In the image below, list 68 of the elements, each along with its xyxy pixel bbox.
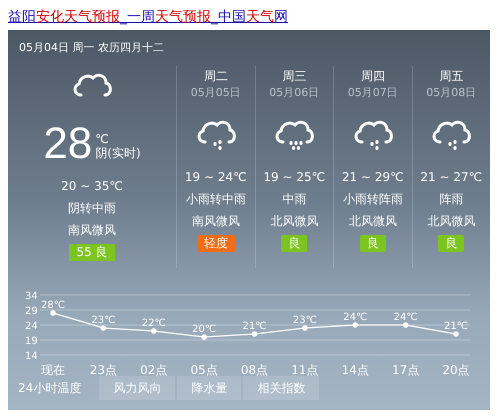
wind-text: 南风微风 — [68, 222, 116, 239]
wind-text: 北风微风 — [427, 213, 476, 230]
data-label: 22℃ — [142, 318, 166, 329]
tab[interactable]: 风力风向 — [99, 376, 176, 400]
current-condition: 阴(实时) — [95, 146, 141, 160]
wind-text: 北风微风 — [270, 213, 318, 230]
data-point — [252, 331, 258, 337]
weather-text: 中雨 — [282, 191, 306, 208]
data-point — [302, 325, 308, 331]
axis-label: 11点 — [291, 363, 319, 377]
data-point — [50, 310, 56, 316]
tick-label: 19 — [25, 336, 38, 347]
current-temperature: 28 — [43, 122, 92, 166]
wind-text: 南风微风 — [192, 213, 240, 230]
data-label: 21℃ — [444, 321, 468, 332]
date-label: 05月08日 — [426, 85, 476, 101]
axis-label: 20点 — [442, 363, 470, 377]
air-quality-badge: 轻度 — [196, 235, 235, 252]
wind-text: 北风微风 — [348, 213, 397, 230]
weather-text: 阴转中雨 — [68, 200, 116, 217]
air-quality-badge: 55 良 — [69, 244, 115, 261]
date-label: 05月07日 — [348, 85, 398, 101]
data-point — [402, 322, 408, 328]
axis-label: 14点 — [342, 363, 369, 377]
tick-label: 14 — [25, 351, 38, 362]
temperature-range: 21 ~ 27℃ — [420, 169, 482, 186]
temperature-range: 21 ~ 29℃ — [342, 169, 404, 186]
data-point — [201, 334, 207, 340]
data-point — [453, 331, 459, 337]
date-label: 05月06日 — [269, 85, 320, 101]
temperature-unit: ℃ — [95, 132, 110, 146]
weekday-label: 周二 — [204, 68, 228, 85]
weekday-label: 周三 — [282, 68, 306, 85]
data-label: 24℃ — [394, 312, 418, 323]
weather-text: 小雨转中雨 — [186, 191, 246, 208]
axis-label: 23点 — [90, 363, 118, 377]
date-header: 05月04日 周一 农历四月十二 — [19, 41, 164, 54]
data-point — [150, 328, 157, 334]
data-label: 23℃ — [91, 315, 116, 326]
weather-text: 阵雨 — [439, 191, 464, 208]
air-quality-badge: 良 — [360, 235, 386, 252]
weekday-label: 周四 — [360, 68, 385, 85]
air-quality-badge: 良 — [438, 235, 464, 252]
temperature-range: 20 ~ 35℃ — [61, 178, 123, 195]
date-label: 05月05日 — [190, 85, 241, 101]
axis-label: 17点 — [392, 363, 420, 377]
data-label: 21℃ — [242, 321, 266, 332]
tick-label: 24 — [25, 321, 38, 332]
air-quality-badge: 良 — [281, 235, 308, 252]
data-label: 28℃ — [41, 300, 65, 311]
data-point — [100, 325, 106, 331]
temperature-range: 19 ~ 25℃ — [263, 169, 326, 186]
tick-label: 34 — [25, 291, 38, 302]
weekday-label: 周五 — [439, 68, 464, 85]
tab[interactable]: 相关指数 — [243, 376, 320, 400]
data-label: 23℃ — [292, 315, 317, 326]
tick-label: 29 — [25, 306, 38, 317]
data-label: 24℃ — [343, 312, 368, 323]
axis-label: 05点 — [190, 363, 218, 377]
temperature-range: 19 ~ 24℃ — [184, 169, 247, 186]
axis-label: 现在 — [41, 363, 65, 377]
tab[interactable]: 降水量 — [177, 376, 242, 400]
weather-text: 小雨转阵雨 — [342, 191, 403, 208]
tab[interactable]: 24小时温度 — [8, 376, 98, 400]
data-label: 20℃ — [192, 324, 216, 335]
data-point — [352, 322, 358, 328]
axis-label: 02点 — [140, 363, 168, 377]
axis-label: 08点 — [240, 363, 268, 377]
